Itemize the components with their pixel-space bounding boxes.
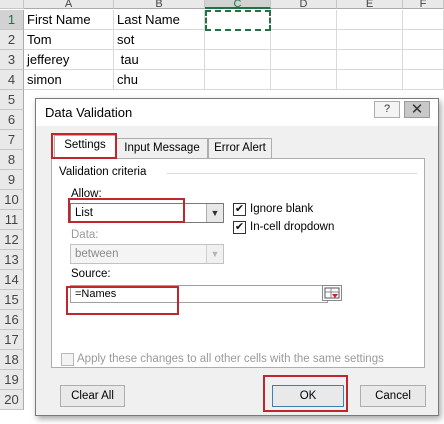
column-header-d[interactable]: D <box>271 0 337 9</box>
empty-cell[interactable] <box>403 70 444 90</box>
tab-input-message[interactable]: Input Message <box>116 138 208 158</box>
column-header-a[interactable]: A <box>24 0 114 9</box>
empty-cell[interactable] <box>403 50 444 70</box>
empty-cell[interactable] <box>403 10 444 30</box>
allow-highlight <box>68 198 185 223</box>
column-header-b[interactable]: B <box>114 0 205 9</box>
data-value: between <box>75 248 119 260</box>
empty-cell[interactable] <box>205 50 271 70</box>
empty-cell[interactable] <box>271 10 337 30</box>
settings-panel: Validation criteria Allow: List ▼ ✔ Igno… <box>51 158 425 368</box>
row-header[interactable]: 12 <box>0 230 24 250</box>
row-header[interactable]: 1 <box>0 10 24 30</box>
row-header[interactable]: 15 <box>0 290 24 310</box>
empty-cell[interactable] <box>271 30 337 50</box>
row-header[interactable]: 7 <box>0 130 24 150</box>
cell-b2[interactable]: sot <box>114 30 205 50</box>
cell-a3[interactable]: jefferey <box>24 50 114 70</box>
cell-a1[interactable]: First Name <box>24 10 114 30</box>
close-icon[interactable]: ✕ <box>404 101 430 118</box>
group-divider <box>167 173 417 174</box>
row-header[interactable]: 5 <box>0 90 24 110</box>
row-header[interactable]: 9 <box>0 170 24 190</box>
select-all-corner[interactable] <box>0 0 24 9</box>
apply-all-checkbox[interactable] <box>61 353 74 366</box>
apply-all-label: Apply these changes to all other cells w… <box>77 353 384 365</box>
row-header[interactable]: 20 <box>0 390 24 410</box>
cancel-button[interactable]: Cancel <box>360 385 426 407</box>
help-button[interactable]: ? <box>374 101 400 118</box>
in-cell-dropdown-label: In-cell dropdown <box>250 221 335 233</box>
data-dropdown[interactable]: between ▼ <box>70 244 224 264</box>
row-header[interactable]: 18 <box>0 350 24 370</box>
ignore-blank-label: Ignore blank <box>250 203 314 215</box>
clear-all-button[interactable]: Clear All <box>60 385 125 407</box>
row-header[interactable]: 17 <box>0 330 24 350</box>
column-header-e[interactable]: E <box>337 0 403 9</box>
cell-a2[interactable]: Tom <box>24 30 114 50</box>
cell-b3[interactable]: tau <box>114 50 205 70</box>
data-label: Data: <box>71 229 99 241</box>
empty-cell[interactable] <box>271 50 337 70</box>
row-header[interactable]: 8 <box>0 150 24 170</box>
ok-highlight <box>263 375 348 412</box>
empty-cell[interactable] <box>205 30 271 50</box>
validation-criteria-label: Validation criteria <box>59 166 147 178</box>
row-header[interactable]: 14 <box>0 270 24 290</box>
ignore-blank-checkbox[interactable]: ✔ <box>233 203 246 216</box>
copy-marquee-c1[interactable] <box>205 10 271 31</box>
row-header[interactable]: 2 <box>0 30 24 50</box>
cell-b1[interactable]: Last Name <box>114 10 205 30</box>
row-header[interactable]: 6 <box>0 110 24 130</box>
column-header-f[interactable]: F <box>403 0 444 9</box>
empty-cell[interactable] <box>337 30 403 50</box>
cell-a4[interactable]: simon <box>24 70 114 90</box>
row-header[interactable]: 13 <box>0 250 24 270</box>
empty-cell[interactable] <box>337 70 403 90</box>
source-highlight <box>66 286 179 315</box>
dialog-title: Data Validation <box>45 105 133 120</box>
row-header[interactable]: 16 <box>0 310 24 330</box>
collapse-dialog-icon[interactable] <box>322 285 342 301</box>
empty-cell[interactable] <box>205 70 271 90</box>
row-header[interactable]: 4 <box>0 70 24 90</box>
empty-cell[interactable] <box>403 30 444 50</box>
empty-cell[interactable] <box>337 50 403 70</box>
row-header[interactable]: 10 <box>0 190 24 210</box>
in-cell-dropdown-checkbox[interactable]: ✔ <box>233 221 246 234</box>
tab-error-alert[interactable]: Error Alert <box>208 138 272 158</box>
empty-cell[interactable] <box>337 10 403 30</box>
column-header-c[interactable]: C <box>205 0 271 9</box>
settings-tab-highlight <box>51 133 117 159</box>
source-label: Source: <box>71 268 111 280</box>
chevron-down-icon[interactable]: ▼ <box>206 204 223 222</box>
row-header[interactable]: 3 <box>0 50 24 70</box>
data-validation-dialog: Data Validation ? ✕ Settings Input Messa… <box>35 98 439 416</box>
chevron-down-icon[interactable]: ▼ <box>206 245 223 263</box>
row-header[interactable]: 11 <box>0 210 24 230</box>
row-header[interactable]: 19 <box>0 370 24 390</box>
empty-cell[interactable] <box>271 70 337 90</box>
dialog-titlebar[interactable]: Data Validation ? ✕ <box>36 99 438 126</box>
cell-b4[interactable]: chu <box>114 70 205 90</box>
range-select-icon <box>324 287 340 299</box>
